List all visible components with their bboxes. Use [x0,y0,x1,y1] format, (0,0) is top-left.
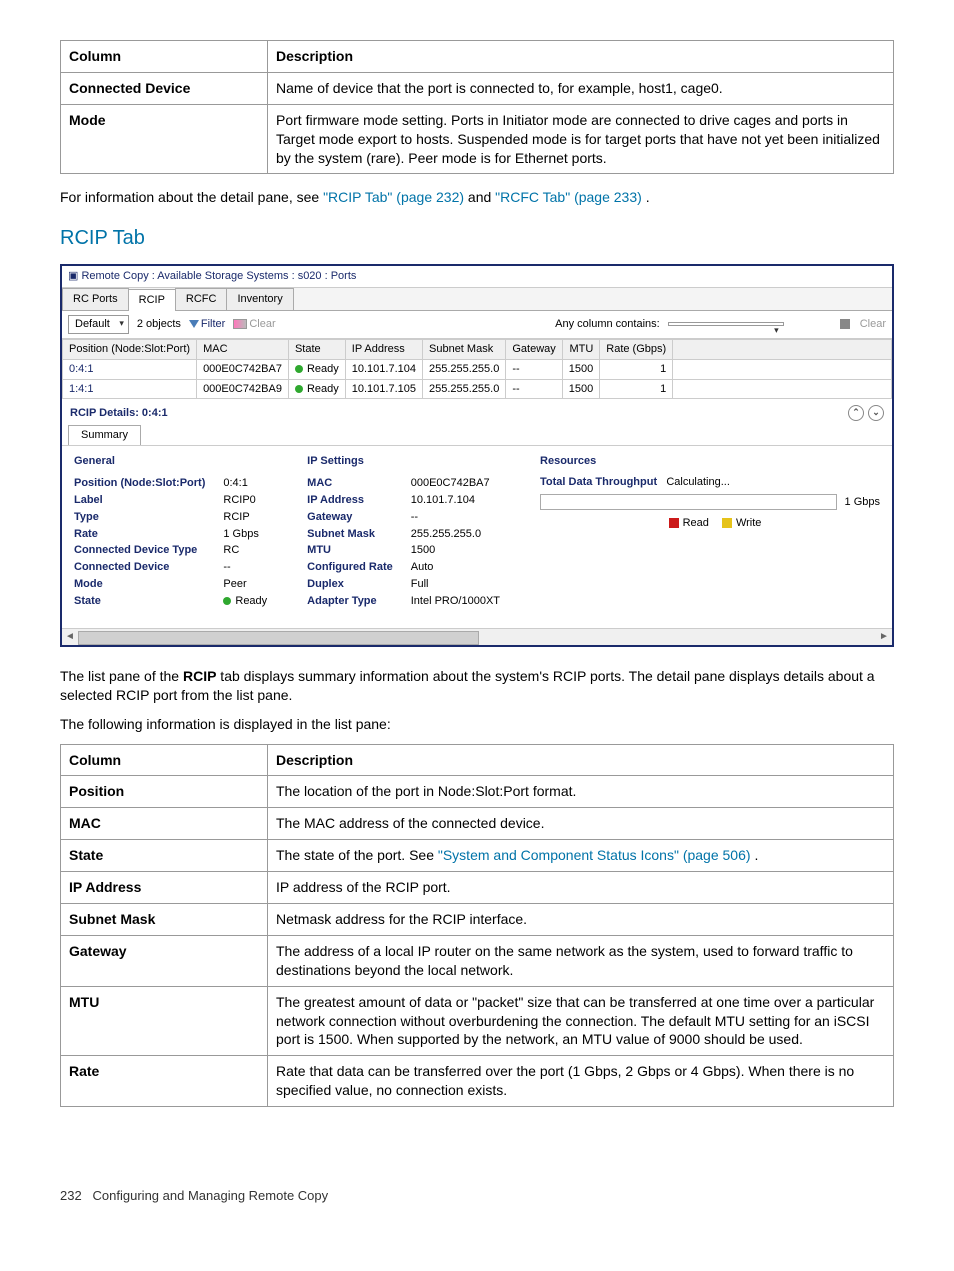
link-status-icons[interactable]: "System and Component Status Icons" (pag… [438,847,751,863]
table-row: Subnet MaskNetmask address for the RCIP … [61,903,894,935]
scroll-right-icon[interactable]: ► [876,630,892,644]
col-rate[interactable]: Rate (Gbps) [600,339,673,359]
status-ready-icon [223,597,231,605]
link-rcip-tab[interactable]: "RCIP Tab" (page 232) [323,189,464,205]
collapse-up-icon[interactable]: ⌃ [848,405,864,421]
expand-down-icon[interactable]: ⌄ [868,405,884,421]
col-position[interactable]: Position (Node:Slot:Port) [63,339,197,359]
table-row: Connected Device Name of device that the… [61,72,894,104]
column-description-table-top: Column Description Connected Device Name… [60,40,894,174]
tab-inventory[interactable]: Inventory [226,288,293,310]
table-row: GatewayThe address of a local IP router … [61,935,894,986]
table-row: Mode Port firmware mode setting. Ports i… [61,104,894,174]
search-label: Any column contains: [555,317,660,332]
detail-header: RCIP Details: 0:4:1 ⌃ ⌄ [62,399,892,425]
table-row: PositionThe location of the port in Node… [61,776,894,808]
toolbar: Default 2 objects Filter Clear Any colum… [62,311,892,339]
horizontal-scrollbar[interactable]: ◄ ► [62,628,892,645]
link-rcfc-tab[interactable]: "RCFC Tab" (page 233) [495,189,642,205]
column-description-table-bottom: Column Description PositionThe location … [60,744,894,1108]
ip-settings-section: IP Settings MAC000E0C742BA7 IP Address10… [307,454,500,610]
clear-button[interactable]: Clear [233,317,275,332]
footer-text: Configuring and Managing Remote Copy [93,1188,329,1203]
table-row: RateRate that data can be transferred ov… [61,1056,894,1107]
ports-grid: Position (Node:Slot:Port) MAC State IP A… [62,339,892,400]
table-row: MACThe MAC address of the connected devi… [61,808,894,840]
body-paragraph: The following information is displayed i… [60,715,894,734]
page-number: 232 [60,1188,82,1203]
header-column: Column [61,41,268,73]
col-state[interactable]: State [288,339,345,359]
throughput-bar [540,494,837,510]
throughput-unit: 1 Gbps [845,495,880,510]
section-heading-rcip-tab: RCIP Tab [60,225,894,252]
throughput-value: Calculating... [666,476,730,488]
tab-rcfc[interactable]: RCFC [175,288,228,310]
intro-paragraph: For information about the detail pane, s… [60,188,894,207]
detail-body: General Position (Node:Slot:Port)0:4:1 L… [62,445,892,628]
filter-button[interactable]: Filter [189,317,225,332]
inner-tab-summary[interactable]: Summary [68,425,141,445]
col-mtu[interactable]: MTU [562,339,599,359]
tab-rcip[interactable]: RCIP [128,289,176,311]
search-input[interactable] [668,322,784,326]
clear-right-button[interactable]: Clear [860,317,886,332]
eraser-icon [233,319,247,329]
table-row: IP AddressIP address of the RCIP port. [61,872,894,904]
grid-row[interactable]: 0:4:1 000E0C742BA7 Ready 10.101.7.104 25… [63,359,892,379]
status-ready-icon [295,385,303,393]
resources-section: Resources Total Data Throughput Calculat… [540,454,880,610]
tab-strip: RC Ports RCIP RCFC Inventory [62,288,892,311]
view-dropdown[interactable]: Default [68,315,129,334]
table-row: MTUThe greatest amount of data or "packe… [61,986,894,1056]
table-row: State The state of the port. See "System… [61,840,894,872]
tab-rc-ports[interactable]: RC Ports [62,288,129,310]
throughput-legend: Read Write [540,516,880,531]
scroll-left-icon[interactable]: ◄ [62,630,78,644]
col-ip[interactable]: IP Address [345,339,422,359]
general-section: General Position (Node:Slot:Port)0:4:1 L… [74,454,267,610]
status-ready-icon [295,365,303,373]
export-icon[interactable] [840,319,850,329]
window-title: ▣ Remote Copy : Available Storage System… [62,266,892,288]
header-description: Description [268,41,894,73]
object-count: 2 objects [137,317,181,332]
col-mask[interactable]: Subnet Mask [423,339,506,359]
page-footer: 232 Configuring and Managing Remote Copy [60,1187,894,1205]
read-swatch-icon [669,518,679,528]
funnel-icon [189,320,199,328]
col-mac[interactable]: MAC [197,339,289,359]
app-window: ▣ Remote Copy : Available Storage System… [60,264,894,647]
throughput-label: Total Data Throughput [540,476,657,488]
write-swatch-icon [722,518,732,528]
col-gateway[interactable]: Gateway [506,339,562,359]
body-paragraph: The list pane of the RCIP tab displays s… [60,667,894,705]
grid-row[interactable]: 1:4:1 000E0C742BA9 Ready 10.101.7.105 25… [63,379,892,399]
